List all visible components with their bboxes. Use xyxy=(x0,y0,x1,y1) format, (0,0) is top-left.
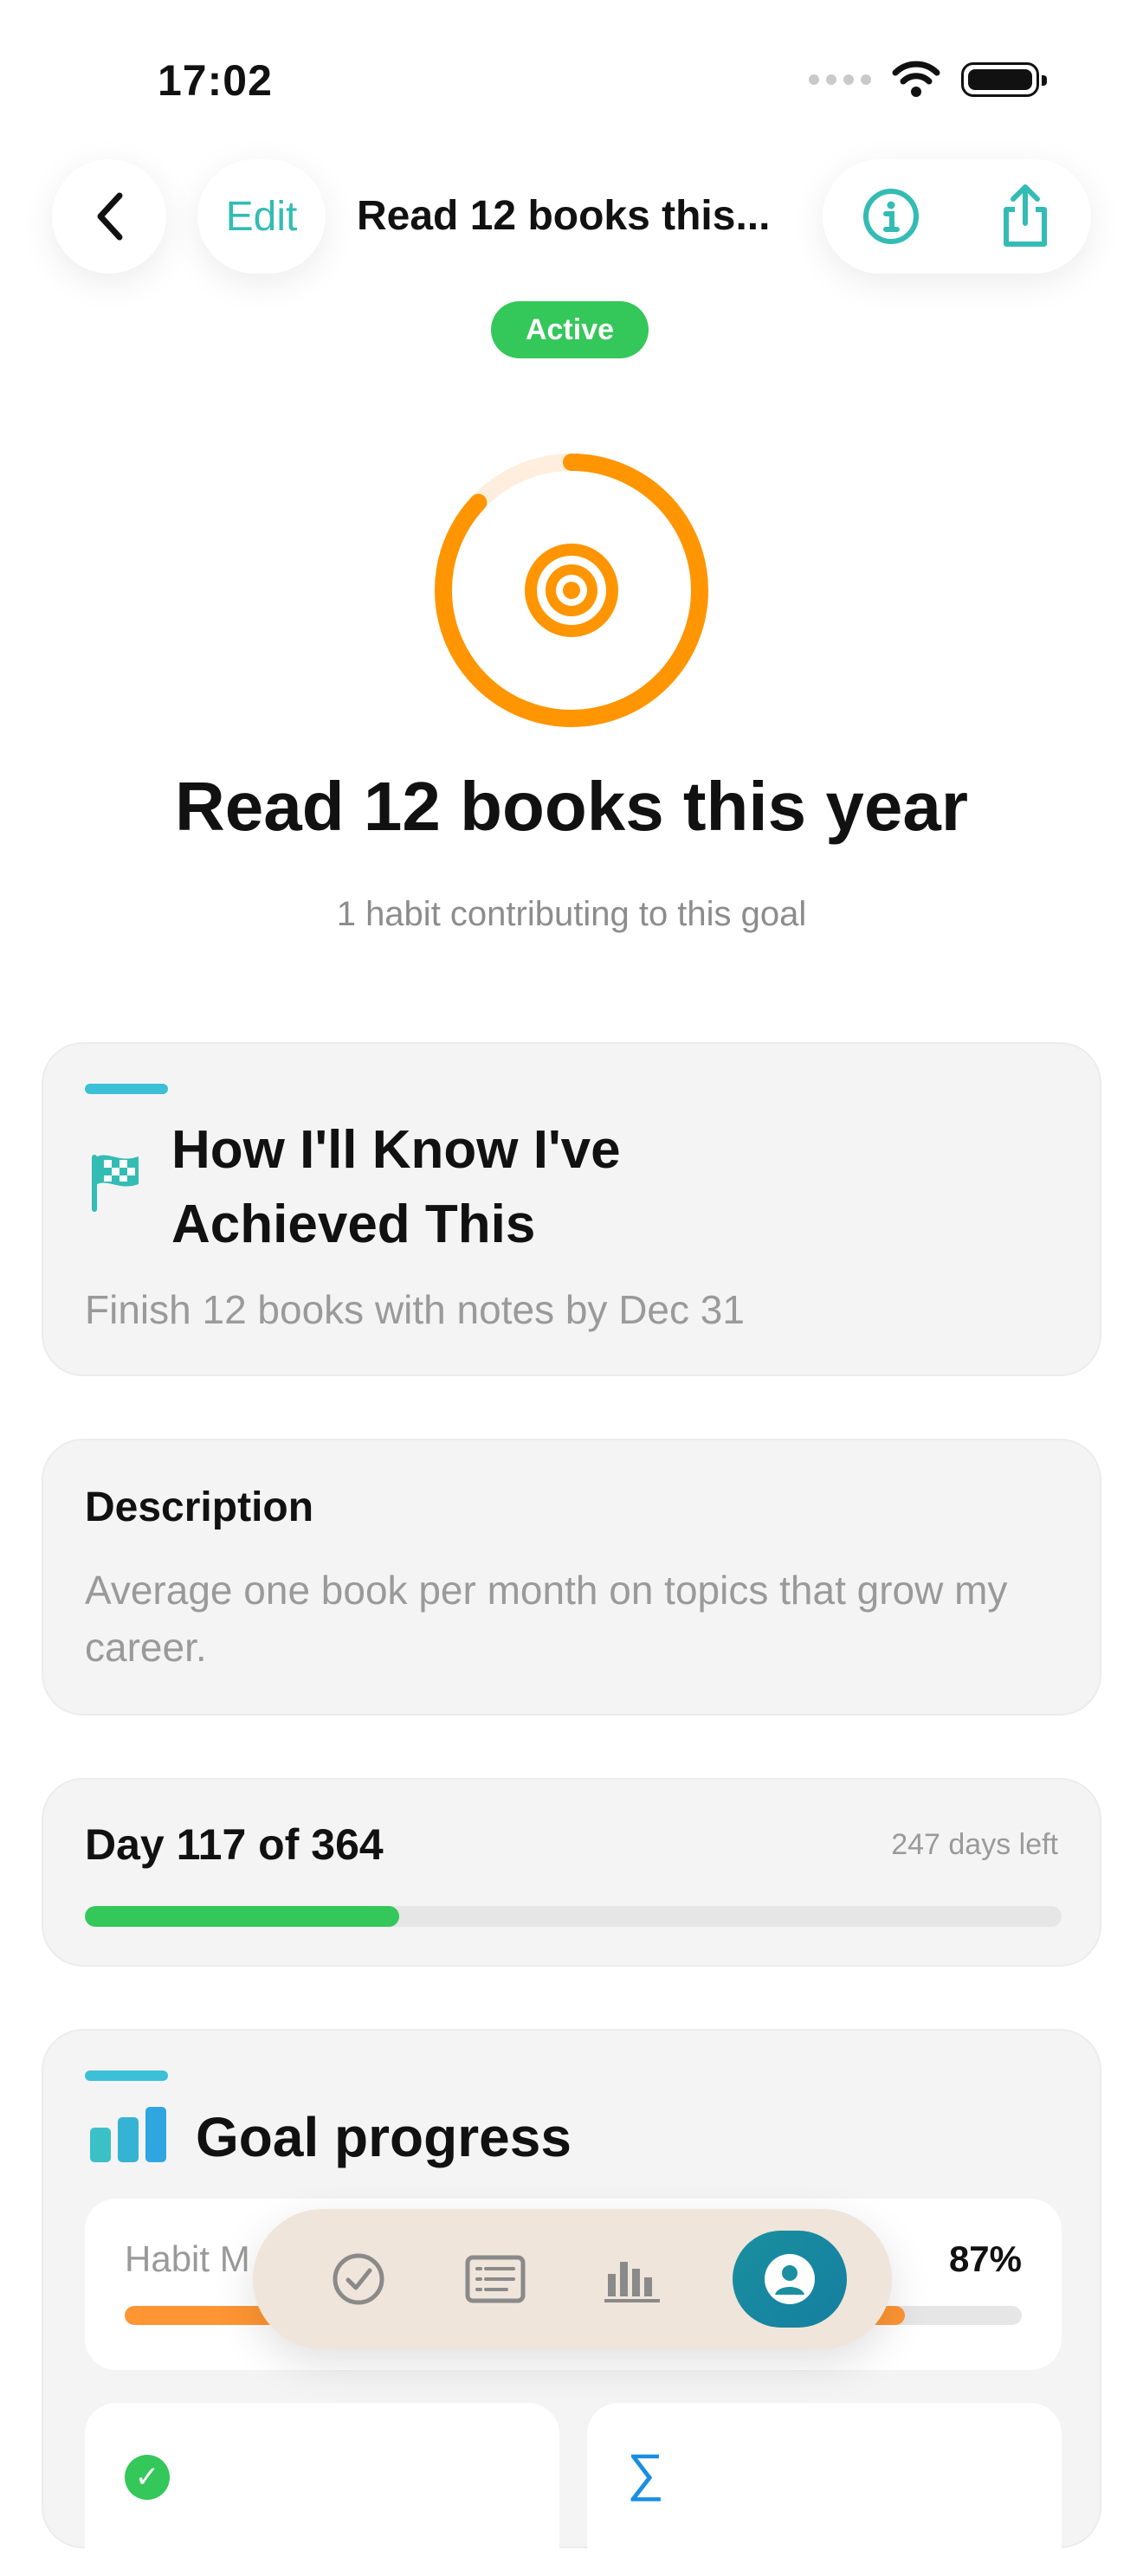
description-card: Description Average one book per month o… xyxy=(42,1439,1101,1716)
edit-button[interactable]: Edit xyxy=(197,159,326,274)
nav-title: Read 12 books this... xyxy=(357,193,771,239)
day-label: Day 117 of 364 xyxy=(85,1820,384,1869)
achievement-heading: How I'll Know I've Achieved This xyxy=(171,1120,621,1254)
goal-progress-heading: Goal progress xyxy=(196,2106,572,2168)
achievement-card: How I'll Know I've Achieved This Finish … xyxy=(42,1042,1101,1376)
completed-stat-card: ✓ xyxy=(85,2403,559,2576)
goal-subtitle: 1 habit contributing to this goal xyxy=(336,895,807,933)
sigma-icon: ∑ xyxy=(627,2444,664,2502)
days-left: 247 days left xyxy=(891,1828,1058,1861)
card-accent xyxy=(85,1084,168,1094)
tab-habits[interactable] xyxy=(322,2243,395,2315)
description-text: Average one book per month on topics tha… xyxy=(85,1568,1008,1670)
target-icon xyxy=(525,544,618,637)
bar-chart-icon xyxy=(90,2107,166,2162)
person-icon xyxy=(765,2254,815,2304)
tab-stats[interactable] xyxy=(596,2243,668,2315)
tab-profile[interactable] xyxy=(733,2231,847,2328)
status-time: 17:02 xyxy=(158,56,273,105)
achievement-text: Finish 12 books with notes by Dec 31 xyxy=(85,1287,745,1332)
status-badge: Active xyxy=(491,301,649,358)
tab-journal[interactable] xyxy=(459,2243,532,2315)
cellular-icon xyxy=(809,74,871,85)
battery-icon xyxy=(961,62,1047,97)
checkered-flag-icon xyxy=(92,1155,139,1212)
list-icon xyxy=(465,2255,526,2303)
tab-bar xyxy=(253,2209,892,2349)
habit-label: Habit M xyxy=(125,2238,250,2279)
info-icon[interactable] xyxy=(861,186,921,247)
nav-actions xyxy=(823,159,1091,274)
chart-icon xyxy=(604,2262,660,2302)
day-progress-bar xyxy=(85,1906,1062,1927)
chevron-left-icon xyxy=(97,192,123,241)
card-accent xyxy=(85,2070,168,2081)
status-icons xyxy=(809,61,1047,99)
check-circle-icon xyxy=(333,2253,384,2305)
wifi-icon xyxy=(892,61,940,97)
habit-percent: 87% xyxy=(948,2238,1022,2279)
share-icon[interactable] xyxy=(998,184,1053,249)
description-heading: Description xyxy=(85,1484,314,1530)
goal-title: Read 12 books this year xyxy=(175,768,968,845)
goal-progress-ring xyxy=(435,454,708,727)
back-button[interactable] xyxy=(52,159,166,274)
total-stat-card: ∑ xyxy=(587,2403,1062,2576)
day-progress-card: Day 117 of 364 247 days left xyxy=(42,1778,1101,1967)
check-icon: ✓ xyxy=(125,2455,170,2500)
